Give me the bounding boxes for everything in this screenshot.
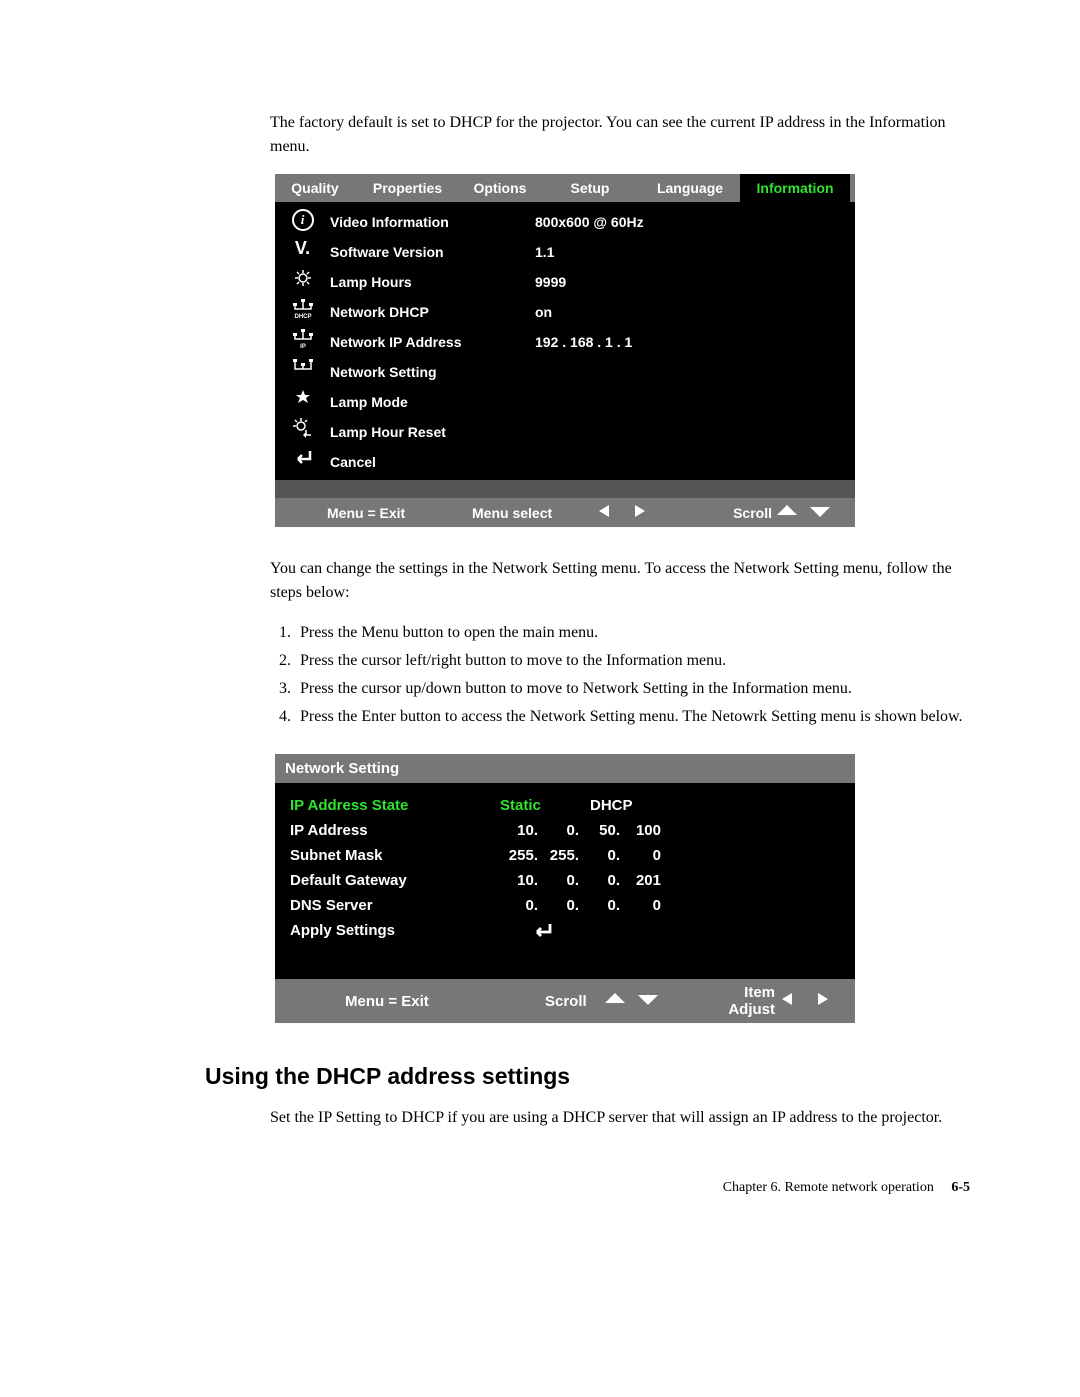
return-icon bbox=[288, 445, 318, 471]
section-text: Set the IP Setting to DHCP if you are us… bbox=[270, 1106, 980, 1130]
row-network-setting: Network Setting bbox=[330, 357, 535, 387]
osd2-title: Network Setting bbox=[275, 754, 855, 783]
row-cancel: Cancel bbox=[330, 447, 535, 477]
section-heading: Using the DHCP address settings bbox=[205, 1063, 980, 1090]
footer-menu-exit: Menu = Exit bbox=[327, 505, 472, 521]
step-4: Press the Enter button to access the Net… bbox=[295, 705, 980, 729]
tab-options: Options bbox=[460, 174, 540, 202]
mid-paragraph: You can change the settings in the Netwo… bbox=[270, 557, 980, 605]
arrows-left-right-icon bbox=[597, 503, 677, 522]
tab-quality: Quality bbox=[275, 174, 355, 202]
osd-network-setting-menu: Network Setting IP Address State Static … bbox=[275, 754, 855, 1023]
footer-menu-select: Menu select bbox=[472, 505, 597, 521]
info-icon: i bbox=[292, 209, 314, 231]
val-dhcp: DHCP bbox=[590, 797, 855, 814]
osd-footer: Menu = Exit Menu select Scroll bbox=[275, 498, 855, 527]
footer2-scroll: Scroll bbox=[545, 993, 605, 1010]
osd-information-menu: Quality Properties Options Setup Languag… bbox=[275, 174, 855, 527]
svg-text:DHCP: DHCP bbox=[294, 314, 311, 319]
row-ip-address-label: IP Address bbox=[275, 822, 500, 839]
row-lamp-hours: Lamp Hours bbox=[330, 267, 535, 297]
ip-icon: IP bbox=[288, 325, 318, 351]
val-software-version: 1.1 bbox=[535, 237, 855, 267]
svg-text:IP: IP bbox=[300, 344, 306, 349]
lamp-reset-icon bbox=[288, 415, 318, 441]
dhcp-icon: DHCP bbox=[288, 295, 318, 321]
step-1: Press the Menu button to open the main m… bbox=[295, 621, 980, 645]
step-2: Press the cursor left/right button to mo… bbox=[295, 649, 980, 673]
row-gateway-label: Default Gateway bbox=[275, 872, 500, 889]
osd2-footer: Menu = Exit Scroll Item Adjust bbox=[275, 979, 855, 1023]
tab-setup: Setup bbox=[540, 174, 640, 202]
row-lamp-mode: Lamp Mode bbox=[330, 387, 535, 417]
val-gateway: 10. 0. 0. 201 bbox=[500, 872, 664, 889]
osd-tab-bar: Quality Properties Options Setup Languag… bbox=[275, 174, 855, 202]
row-subnet-label: Subnet Mask bbox=[275, 847, 500, 864]
steps-list: Press the Menu button to open the main m… bbox=[270, 621, 980, 729]
arrows-left-right-icon bbox=[780, 991, 855, 1012]
row-software-version: Software Version bbox=[330, 237, 535, 267]
chapter-label: Chapter 6. Remote network operation bbox=[723, 1180, 934, 1195]
row-apply-label: Apply Settings bbox=[275, 922, 500, 940]
tab-information: Information bbox=[740, 174, 850, 202]
row-dns-label: DNS Server bbox=[275, 897, 500, 914]
intro-text: The factory default is set to DHCP for t… bbox=[270, 111, 980, 159]
network-icon bbox=[288, 355, 318, 381]
page-number: 6-5 bbox=[951, 1180, 970, 1195]
val-lamp-hours: 9999 bbox=[535, 267, 855, 297]
lamp-mode-icon bbox=[288, 385, 318, 411]
version-icon: V. bbox=[288, 235, 318, 261]
val-dns: 0. 0. 0. 0 bbox=[500, 897, 664, 914]
osd-divider bbox=[275, 480, 855, 498]
row-network-ip: Network IP Address bbox=[330, 327, 535, 357]
tab-properties: Properties bbox=[355, 174, 460, 202]
step-3: Press the cursor up/down button to move … bbox=[295, 677, 980, 701]
val-static: Static bbox=[500, 797, 590, 814]
val-ip-address: 10. 0. 50. 100 bbox=[500, 822, 664, 839]
row-video-info: Video Information bbox=[330, 207, 535, 237]
footer-scroll: Scroll bbox=[677, 505, 777, 521]
footer2-item-adjust: Item Adjust bbox=[695, 984, 780, 1018]
row-ip-state-label: IP Address State bbox=[275, 797, 500, 814]
row-lamp-hour-reset: Lamp Hour Reset bbox=[330, 417, 535, 447]
page-footer: Chapter 6. Remote network operation 6-5 bbox=[100, 1180, 980, 1196]
row-network-dhcp: Network DHCP bbox=[330, 297, 535, 327]
enter-icon bbox=[500, 922, 554, 940]
val-subnet: 255. 255. 0. 0 bbox=[500, 847, 664, 864]
arrows-up-down-icon bbox=[777, 503, 855, 522]
val-network-ip: 192 . 168 . 1 . 1 bbox=[535, 327, 855, 357]
lamp-icon bbox=[288, 265, 318, 291]
footer2-menu-exit: Menu = Exit bbox=[345, 993, 545, 1010]
val-network-dhcp: on bbox=[535, 297, 855, 327]
tab-language: Language bbox=[640, 174, 740, 202]
osd-icon-column: i V. DHCP IP bbox=[275, 202, 330, 477]
arrows-up-down-icon bbox=[605, 991, 695, 1012]
val-video-info: 800x600 @ 60Hz bbox=[535, 207, 855, 237]
